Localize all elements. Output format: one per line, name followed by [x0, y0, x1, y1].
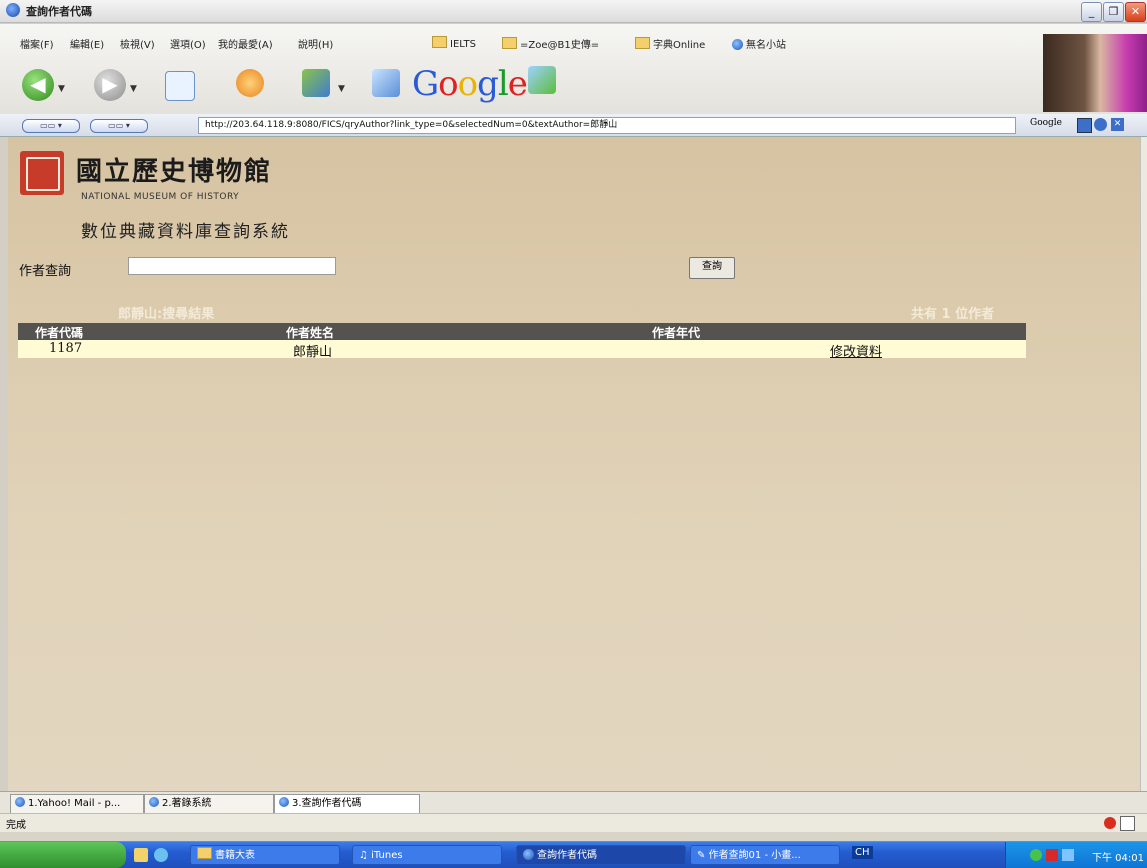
back-arrow-icon: ◀	[30, 72, 46, 96]
museum-logo-seal	[20, 151, 64, 195]
globe-icon	[149, 797, 159, 807]
menu-bar: 檔案(F) 編輯(E) 檢視(V) 選項(O) 我的最愛(A) 說明(H)	[0, 36, 430, 52]
status-bar: 完成	[0, 813, 1147, 832]
globe-icon	[279, 797, 289, 807]
window-bottom-border	[0, 832, 1147, 841]
tab-author-code-query[interactable]: 3.查詢作者代碼	[274, 794, 420, 813]
menu-edit[interactable]: 編輯(E)	[70, 36, 104, 51]
ime-indicator[interactable]: CH	[852, 846, 873, 859]
extension-cube-icon[interactable]	[372, 69, 400, 97]
result-caption: 郎靜山:搜尋結果	[118, 307, 215, 322]
menu-file[interactable]: 檔案(F)	[20, 36, 54, 51]
music-note-icon: ♫	[359, 850, 372, 861]
add-ons-dropdown-icon[interactable]: ▼	[338, 84, 345, 94]
paint-icon: ✎	[697, 850, 709, 861]
forward-button[interactable]: ▶	[94, 69, 126, 101]
tab-list-button[interactable]: ▭▭ ▾	[90, 119, 148, 133]
search-button[interactable]: 查詢	[689, 257, 735, 279]
tab-group-button[interactable]: ▭▭ ▾	[22, 119, 80, 133]
url-field[interactable]: http://203.64.118.9:8080/FICS/qryAuthor?…	[198, 117, 1016, 134]
browser-tab-bar: 1.Yahoo! Mail - p... 2.著錄系統 3.查詢作者代碼	[0, 791, 1147, 814]
close-button[interactable]: ✕	[1125, 2, 1146, 22]
taskbar-item-books[interactable]: 書籍大表	[190, 845, 340, 865]
folder-icon	[635, 37, 650, 49]
restore-button[interactable]: ❐	[1103, 2, 1124, 22]
status-text: 完成	[6, 820, 26, 831]
taskbar-item-itunes[interactable]: ♫ iTunes	[352, 845, 502, 865]
tab-yahoo-mail[interactable]: 1.Yahoo! Mail - p...	[10, 794, 144, 814]
title-bar: 查詢作者代碼 _ ❐ ✕	[0, 0, 1147, 23]
stop-indicator-icon[interactable]	[1104, 817, 1116, 829]
table-row: 1187 郎靜山 修改資料	[18, 340, 1026, 360]
globe-icon	[732, 39, 743, 50]
result-table-header: 作者代碼 作者姓名 作者年代	[18, 323, 1026, 340]
menu-options[interactable]: 選項(O)	[170, 36, 206, 51]
header-author-era: 作者年代	[652, 326, 701, 340]
address-bar-row: ▭▭ ▾ ▭▭ ▾ http://203.64.118.9:8080/FICS/…	[0, 114, 1147, 137]
system-tray: 下午 04:01	[1005, 842, 1147, 868]
tray-icon[interactable]	[1062, 849, 1074, 861]
folder-icon	[197, 847, 212, 859]
tray-icon[interactable]	[1030, 849, 1042, 861]
tray-icon[interactable]	[1046, 849, 1058, 861]
edit-data-link[interactable]: 修改資料	[830, 341, 882, 360]
browser-toolbar: 檔案(F) 編輯(E) 檢視(V) 選項(O) 我的最愛(A) 說明(H) IE…	[0, 24, 1147, 115]
add-ons-icon[interactable]	[302, 69, 330, 97]
author-search-label: 作者查詢	[19, 264, 72, 279]
forward-history-dropdown-icon[interactable]: ▼	[130, 84, 137, 94]
taskbar-item-paint[interactable]: ✎ 作者查詢01 - 小畫...	[690, 845, 840, 865]
globe-icon	[523, 849, 534, 860]
forward-arrow-icon: ▶	[102, 72, 118, 96]
globe-icon	[15, 797, 25, 807]
bookmark-zoe[interactable]: =Zoe@B1史傳=	[502, 36, 599, 51]
vertical-scrollbar[interactable]	[1140, 137, 1147, 791]
menu-help[interactable]: 說明(H)	[298, 36, 333, 51]
messenger-icon[interactable]	[528, 66, 556, 94]
system-title: 數位典藏資料庫查詢系統	[81, 222, 290, 242]
window-title: 查詢作者代碼	[26, 5, 92, 18]
taskbar: 書籍大表 ♫ iTunes 查詢作者代碼 ✎ 作者查詢01 - 小畫... CH…	[0, 841, 1147, 868]
quicklaunch-browser-icon[interactable]	[154, 848, 168, 862]
header-author-name: 作者姓名	[286, 326, 335, 340]
refresh-icon[interactable]	[165, 71, 195, 101]
clock[interactable]: 下午 04:01	[1092, 849, 1144, 864]
advertisement-banner[interactable]	[1043, 34, 1147, 112]
quicklaunch-desktop-icon[interactable]	[134, 848, 148, 862]
language-bar[interactable]: CH	[852, 846, 1002, 863]
back-button[interactable]: ◀	[22, 69, 54, 101]
header-author-code: 作者代碼	[35, 326, 84, 340]
google-logo[interactable]: Google	[412, 64, 528, 104]
menu-view[interactable]: 檢視(V)	[120, 36, 155, 51]
museum-name-en: NATIONAL MUSEUM OF HISTORY	[81, 192, 240, 202]
bookmarks-bar: IELTS =Zoe@B1史傳= 字典Online 無名小站	[432, 36, 1032, 52]
start-button[interactable]	[0, 842, 126, 868]
museum-name-zh: 國立歷史博物館	[76, 157, 273, 187]
folder-icon	[502, 37, 517, 49]
page-content: 國立歷史博物館 NATIONAL MUSEUM OF HISTORY 數位典藏資…	[8, 137, 1140, 791]
result-count: 共有 1 位作者	[911, 307, 995, 322]
page-icon[interactable]	[1077, 118, 1092, 133]
close-toolbar-icon[interactable]: ✕	[1111, 118, 1124, 131]
minimize-button[interactable]: _	[1081, 2, 1102, 22]
status-panel-icon[interactable]	[1120, 816, 1135, 831]
author-name-cell: 郎靜山	[293, 345, 333, 360]
bookmark-ielts[interactable]: IELTS	[432, 36, 476, 50]
browser-icon	[6, 3, 20, 17]
back-history-dropdown-icon[interactable]: ▼	[58, 84, 65, 94]
bookmark-wretch[interactable]: 無名小站	[732, 36, 786, 51]
taskbar-item-author-query[interactable]: 查詢作者代碼	[516, 845, 686, 865]
settings-icon[interactable]	[1094, 118, 1107, 131]
home-icon[interactable]	[236, 69, 264, 97]
author-code-cell: 1187	[49, 341, 83, 356]
folder-icon	[432, 36, 447, 48]
bookmark-dictionary[interactable]: 字典Online	[635, 36, 705, 51]
tab-catalog-system[interactable]: 2.著錄系統	[144, 794, 274, 814]
google-search-label: Google	[1030, 118, 1062, 128]
menu-favorites[interactable]: 我的最愛(A)	[218, 36, 273, 51]
author-search-input[interactable]	[128, 257, 336, 275]
